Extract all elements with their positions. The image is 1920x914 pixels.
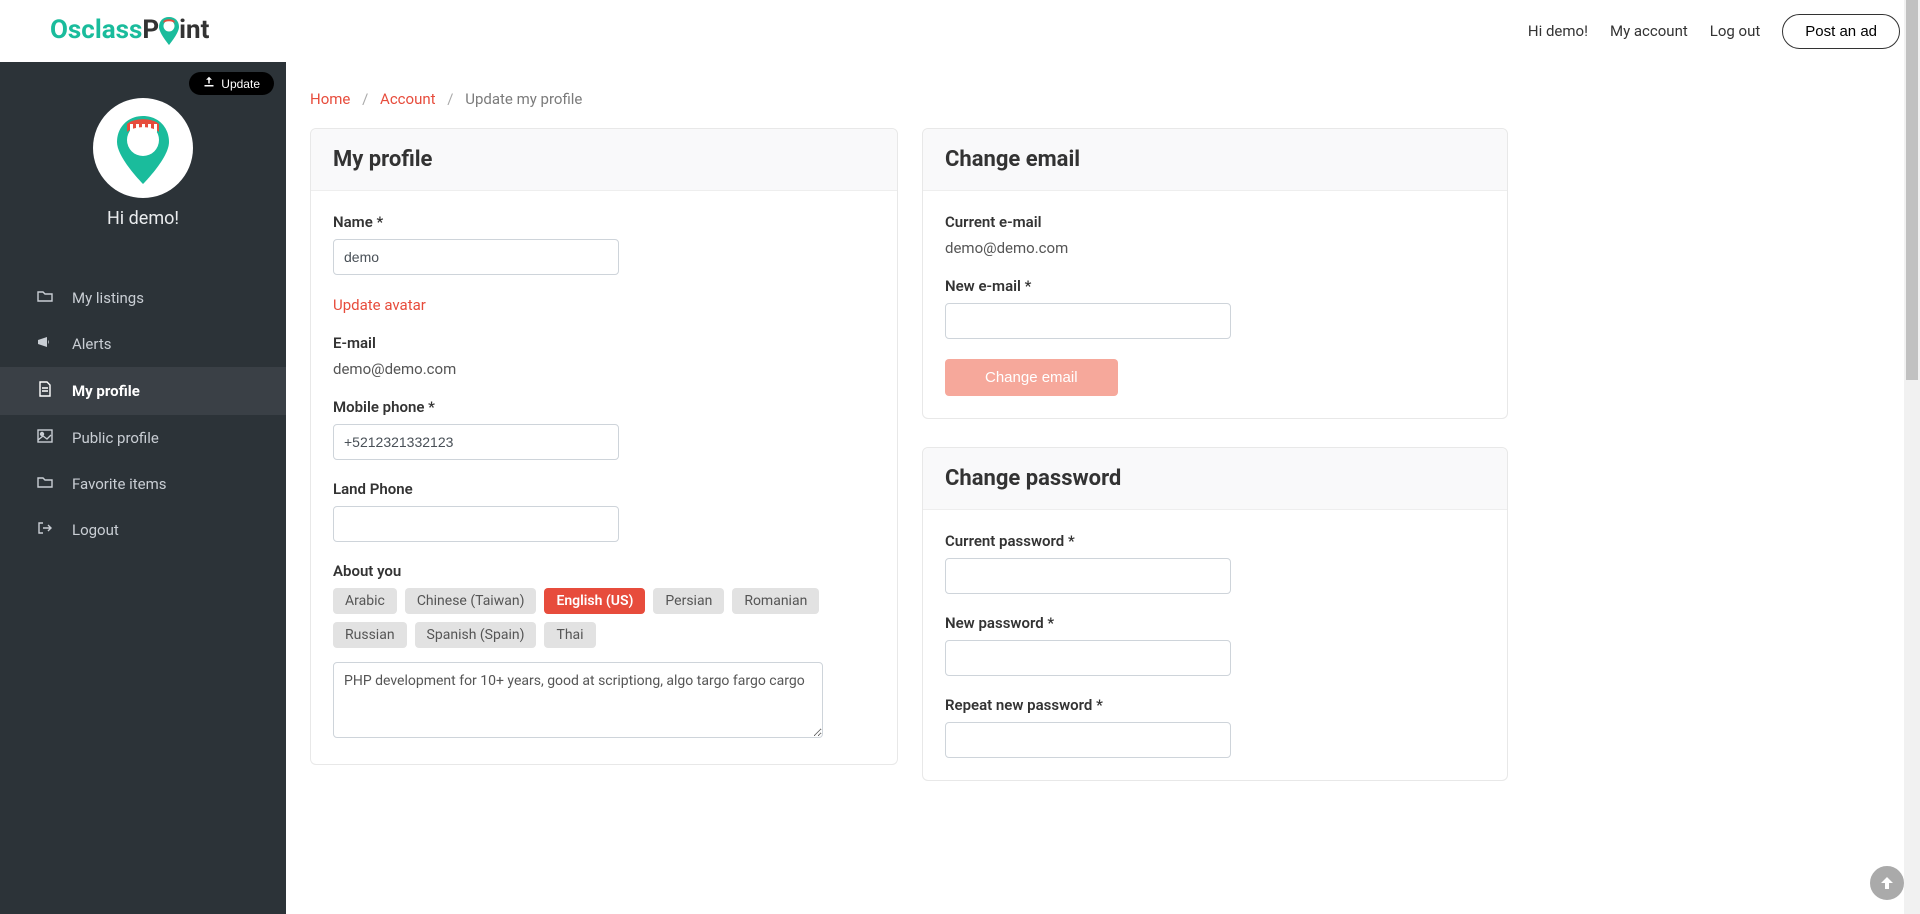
main-content: Home / Account / Update my profile My pr… [286,62,1920,914]
logo-part3: int [179,15,209,45]
lang-tag-romanian[interactable]: Romanian [732,588,819,614]
sidebar-item-label: Public profile [72,429,159,447]
my-profile-card: My profile Name * Update avatar E-mail d… [310,128,898,765]
lang-tag-english-us[interactable]: English (US) [544,588,645,614]
sidebar-item-public-profile[interactable]: Public profile [0,415,286,461]
logo-part1: Osclass [50,15,142,45]
lang-tag-chinese-taiwan[interactable]: Chinese (Taiwan) [405,588,537,614]
change-email-title: Change email [945,147,1485,172]
avatar[interactable] [93,98,193,198]
breadcrumb-sep: / [362,90,368,108]
sidebar-item-alerts[interactable]: Alerts [0,321,286,367]
land-phone-input[interactable] [333,506,619,542]
current-email-label: Current e-mail [945,213,1485,231]
sidebar-item-logout[interactable]: Logout [0,507,286,553]
image-icon [36,429,54,447]
logo[interactable]: OsclassPint [50,14,209,48]
lang-tag-arabic[interactable]: Arabic [333,588,397,614]
my-profile-title: My profile [333,147,875,172]
map-pin-icon [159,14,179,48]
sidebar-item-label: Logout [72,521,119,539]
logo-part2: P [142,15,159,45]
breadcrumb-current: Update my profile [465,90,582,108]
sidebar-item-my-profile[interactable]: My profile [0,367,286,415]
sidebar-item-label: Favorite items [72,475,167,493]
folder-icon [36,289,54,307]
bullhorn-icon [36,335,54,353]
sidebar-menu: My listings Alerts My profile Public pro… [0,275,286,553]
avatar-map-pin-icon [103,108,183,188]
scrollbar[interactable] [1904,0,1920,914]
top-nav: Hi demo! My account Log out Post an ad [1528,14,1900,49]
current-email-value: demo@demo.com [945,239,1485,257]
email-value: demo@demo.com [333,360,875,378]
arrow-up-icon [1877,873,1897,893]
new-password-label: New password * [945,614,1485,632]
name-label: Name * [333,213,875,231]
post-an-ad-button[interactable]: Post an ad [1782,14,1900,49]
new-password-input[interactable] [945,640,1231,676]
change-password-title: Change password [945,466,1485,491]
lang-tag-thai[interactable]: Thai [544,622,595,648]
lang-tag-russian[interactable]: Russian [333,622,407,648]
breadcrumb-account[interactable]: Account [380,90,436,108]
change-email-card: Change email Current e-mail demo@demo.co… [922,128,1508,419]
scroll-to-top-button[interactable] [1868,864,1906,902]
top-header: OsclassPint Hi demo! My account Log out … [0,0,1920,62]
repeat-password-label: Repeat new password * [945,696,1485,714]
logout-icon [36,521,54,539]
new-email-label: New e-mail * [945,277,1485,295]
sidebar-item-label: Alerts [72,335,112,353]
name-input[interactable] [333,239,619,275]
upload-icon [203,76,215,91]
breadcrumb-home[interactable]: Home [310,90,350,108]
sidebar-item-my-listings[interactable]: My listings [0,275,286,321]
lang-tag-persian[interactable]: Persian [653,588,724,614]
change-email-button[interactable]: Change email [945,359,1118,396]
sidebar: Update Hi demo! My listings [0,62,286,914]
mobile-phone-label: Mobile phone * [333,398,875,416]
repeat-password-input[interactable] [945,722,1231,758]
about-you-textarea[interactable] [333,662,823,738]
sidebar-item-favorite-items[interactable]: Favorite items [0,461,286,507]
change-password-card: Change password Current password * New p… [922,447,1508,781]
breadcrumb: Home / Account / Update my profile [310,90,1896,108]
sidebar-item-label: My profile [72,382,140,400]
breadcrumb-sep: / [447,90,453,108]
current-password-label: Current password * [945,532,1485,550]
current-password-input[interactable] [945,558,1231,594]
update-button[interactable]: Update [189,72,274,95]
folder-icon [36,475,54,493]
email-label: E-mail [333,334,875,352]
nav-my-account[interactable]: My account [1610,22,1688,40]
sidebar-item-label: My listings [72,289,144,307]
about-you-label: About you [333,562,875,580]
new-email-input[interactable] [945,303,1231,339]
update-button-label: Update [221,77,260,91]
mobile-phone-input[interactable] [333,424,619,460]
document-icon [36,381,54,401]
lang-tag-spanish-spain[interactable]: Spanish (Spain) [415,622,537,648]
nav-log-out[interactable]: Log out [1710,22,1761,40]
sidebar-greeting: Hi demo! [0,208,286,229]
scrollbar-thumb[interactable] [1906,0,1918,380]
language-tags: Arabic Chinese (Taiwan) English (US) Per… [333,588,875,648]
nav-hi-user[interactable]: Hi demo! [1528,22,1588,40]
land-phone-label: Land Phone [333,480,875,498]
update-avatar-link[interactable]: Update avatar [333,296,426,314]
